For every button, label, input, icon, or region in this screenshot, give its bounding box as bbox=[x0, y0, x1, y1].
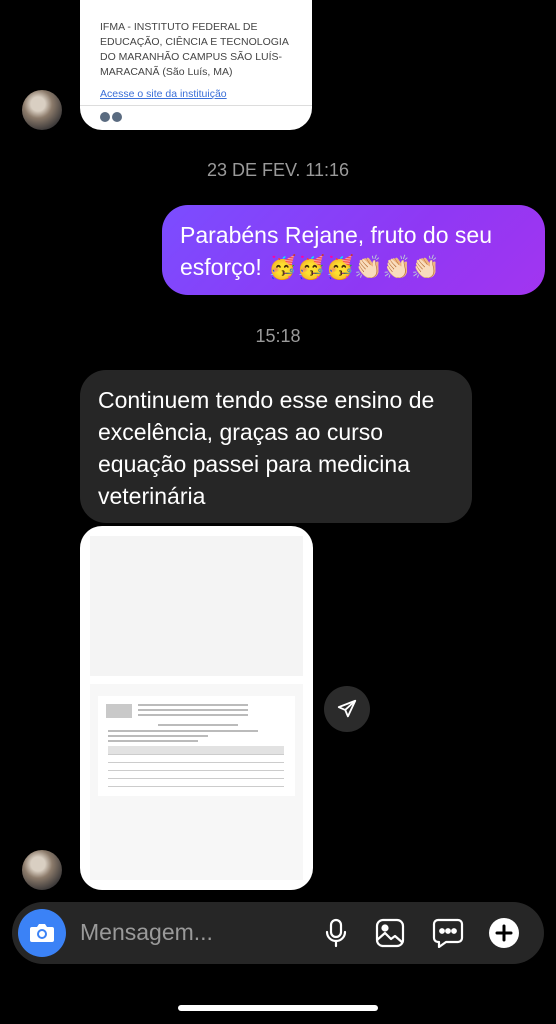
incoming-message[interactable]: Continuem tendo esse ensino de excelênci… bbox=[80, 370, 472, 523]
plus-button[interactable] bbox=[486, 915, 522, 951]
institution-site-link[interactable]: Acesse o site da instituição bbox=[100, 88, 227, 100]
document-sheet bbox=[98, 696, 295, 796]
document-attachment[interactable] bbox=[80, 526, 313, 890]
sticker-icon bbox=[432, 918, 464, 948]
outgoing-message-text: Parabéns Rejane, fruto do seu esforço! 🥳… bbox=[180, 222, 492, 280]
document-page-blank bbox=[90, 536, 303, 676]
incoming-message-text: Continuem tendo esse ensino de excelênci… bbox=[98, 387, 435, 509]
shared-institution-card[interactable]: IFMA - INSTITUTO FEDERAL DE EDUCAÇÃO, CI… bbox=[80, 0, 312, 130]
card-divider bbox=[80, 105, 312, 106]
timestamp: 23 DE FEV. 11:16 bbox=[206, 160, 350, 180]
share-button[interactable] bbox=[324, 686, 370, 732]
card-footer-icons bbox=[100, 112, 124, 123]
gallery-button[interactable] bbox=[372, 915, 408, 951]
timestamp: 15:18 bbox=[255, 326, 301, 346]
microphone-button[interactable] bbox=[318, 915, 354, 951]
avatar[interactable] bbox=[22, 850, 62, 890]
message-composer[interactable]: Mensagem... bbox=[12, 902, 544, 964]
institution-name: IFMA - INSTITUTO FEDERAL DE EDUCAÇÃO, CI… bbox=[100, 21, 289, 78]
message-input[interactable]: Mensagem... bbox=[80, 919, 213, 946]
camera-icon bbox=[30, 924, 54, 942]
sticker-button[interactable] bbox=[430, 915, 466, 951]
share-icon bbox=[337, 699, 357, 718]
camera-button[interactable] bbox=[18, 909, 66, 957]
avatar[interactable] bbox=[22, 90, 62, 130]
home-indicator bbox=[178, 1005, 378, 1011]
document-page-preview bbox=[90, 684, 303, 880]
outgoing-message[interactable]: Parabéns Rejane, fruto do seu esforço! 🥳… bbox=[162, 205, 545, 295]
plus-icon bbox=[489, 918, 519, 948]
gallery-icon bbox=[375, 918, 405, 948]
microphone-icon bbox=[325, 918, 347, 948]
